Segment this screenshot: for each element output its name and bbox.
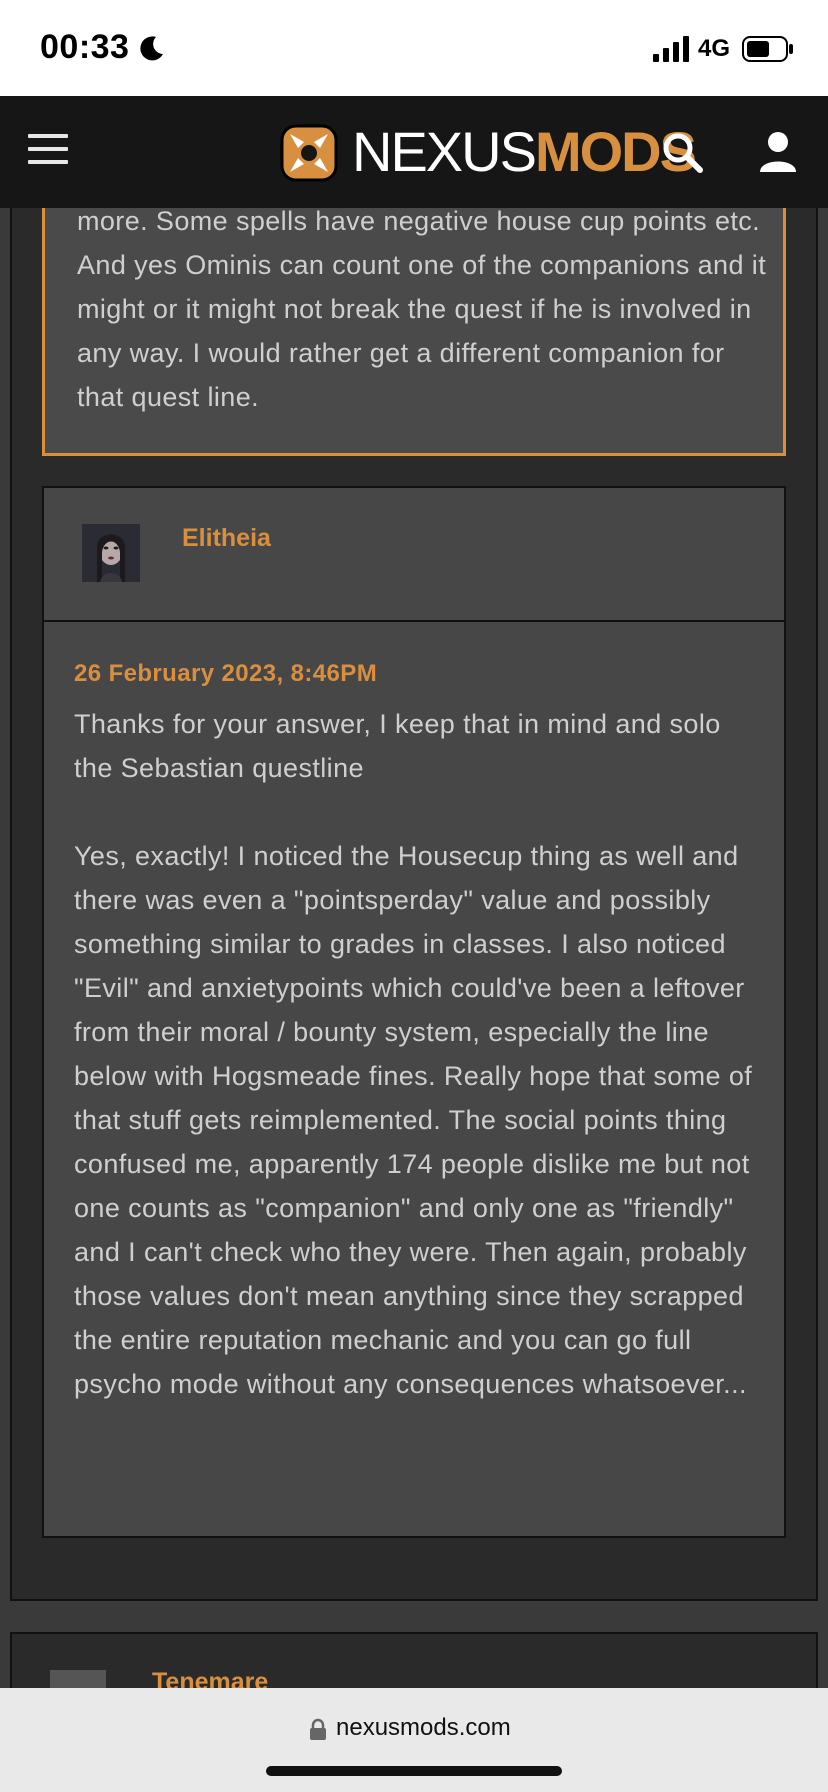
menu-line-icon <box>28 147 68 151</box>
browser-address-bar[interactable]: nexusmods.com <box>0 1688 828 1792</box>
avatar[interactable] <box>50 1670 106 1688</box>
moon-icon <box>140 36 163 61</box>
comment-paragraph: Thanks for your answer, I keep that in m… <box>74 709 721 783</box>
user-account-icon[interactable] <box>758 130 798 174</box>
avatar[interactable] <box>82 524 140 582</box>
battery-icon <box>742 36 793 62</box>
status-bar: 00:33 4G <box>0 0 828 96</box>
logo-nexus-text: NEXUS <box>352 120 537 183</box>
hamburger-menu-button[interactable] <box>28 134 68 168</box>
comment-date: 26 February 2023, 8:46PM <box>74 660 378 687</box>
comments-section: more. Some spells have negative house cu… <box>0 208 828 1688</box>
status-time: 00:33 <box>40 28 130 66</box>
avatar-portrait-icon <box>82 524 140 582</box>
lock-icon <box>310 1718 326 1740</box>
search-icon[interactable] <box>662 132 704 174</box>
comment-author-link[interactable]: Elitheia <box>182 524 271 553</box>
url-text[interactable]: nexusmods.com <box>336 1714 511 1742</box>
nexusmods-logo-text[interactable]: NEXUSMODS <box>352 120 697 183</box>
signal-icon <box>653 36 689 62</box>
quote-body: etc. And yes Ominis can count one of the… <box>77 208 767 412</box>
quote-text: more. Some spells have negative house cu… <box>77 208 767 419</box>
comment-paragraph: Yes, exactly! I noticed the Housecup thi… <box>74 841 753 1399</box>
comment-header: Elitheia <box>42 486 786 622</box>
menu-line-icon <box>28 160 68 164</box>
home-indicator[interactable] <box>266 1766 562 1776</box>
next-comment-header: Tenemare <box>10 1632 818 1688</box>
network-type: 4G <box>698 35 731 62</box>
site-header: NEXUSMODS <box>0 96 828 208</box>
comment-author-link[interactable]: Tenemare <box>152 1668 268 1688</box>
comment-body: 26 February 2023, 8:46PM Thanks for your… <box>42 620 786 1538</box>
nexusmods-logo-icon[interactable] <box>276 120 342 186</box>
quote-partial-line: more. Some spells have negative house cu… <box>77 208 708 236</box>
menu-line-icon <box>28 134 68 138</box>
comment-text: Thanks for your answer, I keep that in m… <box>74 702 764 1450</box>
quoted-reply: more. Some spells have negative house cu… <box>42 208 786 456</box>
